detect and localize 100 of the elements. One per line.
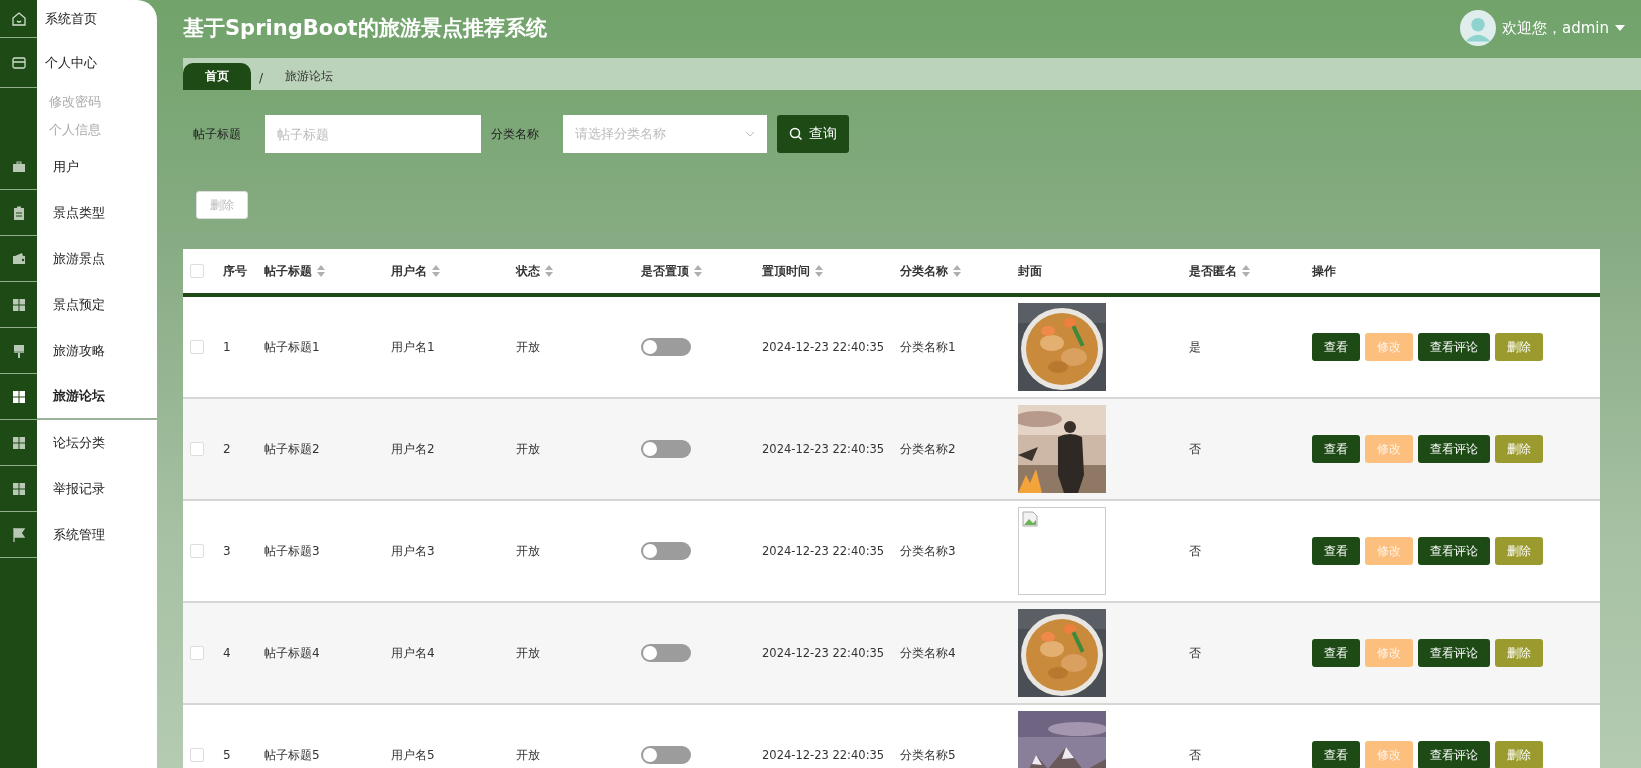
table-cell: 用户名4 <box>391 644 435 662</box>
view-button[interactable]: 查看 <box>1312 741 1360 768</box>
sidebar-item[interactable]: 旅游景点 <box>37 236 157 282</box>
column-header: 封面 <box>1018 262 1042 280</box>
grid-icon <box>10 296 27 313</box>
view-button[interactable]: 查看 <box>1312 333 1360 361</box>
sort-icon[interactable] <box>953 265 961 277</box>
table-cell: 帖子标题5 <box>264 746 320 764</box>
checkbox[interactable] <box>190 646 204 660</box>
checkbox[interactable] <box>190 264 204 278</box>
toggle-switch[interactable] <box>641 338 691 356</box>
checkbox[interactable] <box>190 442 204 456</box>
sidebar-item[interactable]: 举报记录 <box>37 466 157 512</box>
table-cell: 2024-12-23 22:40:35 <box>762 442 885 456</box>
sort-icon[interactable] <box>545 265 553 277</box>
flag-icon <box>10 526 27 543</box>
home-icon <box>10 10 27 27</box>
checkbox[interactable] <box>190 748 204 762</box>
sidebar-item[interactable]: 系统管理 <box>37 512 157 558</box>
comments-button[interactable]: 查看评论 <box>1418 333 1490 361</box>
table-cell: 2 <box>223 442 231 456</box>
table-cell: 是 <box>1189 338 1201 356</box>
table-cell: 用户名5 <box>391 746 435 764</box>
table-cell: 2024-12-23 22:40:35 <box>762 748 885 762</box>
table-cell: 否 <box>1189 542 1201 560</box>
sidebar-item[interactable]: 景点预定 <box>37 282 157 328</box>
sidebar-item[interactable]: 论坛分类 <box>37 420 157 466</box>
view-button[interactable]: 查看 <box>1312 435 1360 463</box>
column-header: 分类名称 <box>900 262 948 280</box>
column-header: 是否置顶 <box>641 262 689 280</box>
comments-button[interactable]: 查看评论 <box>1418 537 1490 565</box>
sidebar-item[interactable]: 旅游论坛 <box>37 374 157 420</box>
sort-icon[interactable] <box>1242 265 1250 277</box>
toggle-switch[interactable] <box>641 542 691 560</box>
column-header: 操作 <box>1312 262 1336 280</box>
sort-icon[interactable] <box>317 265 325 277</box>
column-header: 帖子标题 <box>264 262 312 280</box>
table-cell: 否 <box>1189 440 1201 458</box>
sort-icon[interactable] <box>432 265 440 277</box>
column-header: 状态 <box>516 262 540 280</box>
table-cell: 分类名称1 <box>900 338 956 356</box>
table-cell: 分类名称3 <box>900 542 956 560</box>
comments-button[interactable]: 查看评论 <box>1418 639 1490 667</box>
checkbox[interactable] <box>190 544 204 558</box>
chevron-icon[interactable] <box>745 131 755 137</box>
caret-icon[interactable] <box>1615 25 1625 31</box>
column-header: 是否匿名 <box>1189 262 1237 280</box>
search-button[interactable]: 查询 <box>777 115 849 153</box>
grid-icon <box>10 480 27 497</box>
toggle-switch[interactable] <box>641 440 691 458</box>
table-cell: 开放 <box>516 644 540 662</box>
input-field[interactable]: 帖子标题 <box>265 115 481 153</box>
breadcrumb-item[interactable]: 旅游论坛 <box>263 63 356 90</box>
briefcase-icon <box>10 158 27 175</box>
table-cell: 4 <box>223 646 231 660</box>
column-header: 用户名 <box>391 262 427 280</box>
table-cell: 开放 <box>516 746 540 764</box>
table-cell: 分类名称2 <box>900 440 956 458</box>
field-label: 帖子标题 <box>193 125 242 143</box>
table-cell: 开放 <box>516 440 540 458</box>
checkbox[interactable] <box>190 340 204 354</box>
sort-icon[interactable] <box>815 265 823 277</box>
view-button[interactable]: 查看 <box>1312 639 1360 667</box>
table-cell: 帖子标题1 <box>264 338 320 356</box>
page-title: 基于SpringBoot的旅游景点推荐系统 <box>183 15 547 42</box>
grid-icon <box>10 434 27 451</box>
search-icon <box>789 127 803 141</box>
comments-button[interactable]: 查看评论 <box>1418 741 1490 768</box>
wallet-icon <box>10 54 27 71</box>
sort-icon[interactable] <box>694 265 702 277</box>
table-cell: 用户名1 <box>391 338 435 356</box>
table-cell: 开放 <box>516 542 540 560</box>
table-cell: 5 <box>223 748 231 762</box>
comments-button[interactable]: 查看评论 <box>1418 435 1490 463</box>
breadcrumb-item[interactable]: 首页 <box>183 63 251 90</box>
sidebar-item[interactable]: 旅游攻略 <box>37 328 157 374</box>
avatar-icon[interactable] <box>1460 10 1496 46</box>
table-cell: 否 <box>1189 644 1201 662</box>
toggle-switch[interactable] <box>641 644 691 662</box>
table-cell: 3 <box>223 544 231 558</box>
table-cell: 分类名称4 <box>900 644 956 662</box>
field-label: 分类名称 <box>491 125 540 143</box>
sidebar-item[interactable]: 系统首页 <box>37 0 157 38</box>
broken-image-icon <box>1022 511 1038 527</box>
table-cell: 1 <box>223 340 231 354</box>
toggle-switch[interactable] <box>641 746 691 764</box>
table-cell: 分类名称5 <box>900 746 956 764</box>
table-cell: 帖子标题3 <box>264 542 320 560</box>
sidebar-item[interactable]: 个人中心 <box>37 38 157 88</box>
sidebar-item[interactable]: 景点类型 <box>37 190 157 236</box>
table-cell: 2024-12-23 22:40:35 <box>762 646 885 660</box>
table-cell: 否 <box>1189 746 1201 764</box>
wallet-icon <box>10 250 27 267</box>
table-cell: 帖子标题4 <box>264 644 320 662</box>
table-cell: 用户名2 <box>391 440 435 458</box>
view-button[interactable]: 查看 <box>1312 537 1360 565</box>
breadcrumb-separator: / <box>258 70 264 87</box>
sidebar-item[interactable]: 用户 <box>37 144 157 190</box>
table-cell: 开放 <box>516 338 540 356</box>
grid-icon <box>10 388 27 405</box>
